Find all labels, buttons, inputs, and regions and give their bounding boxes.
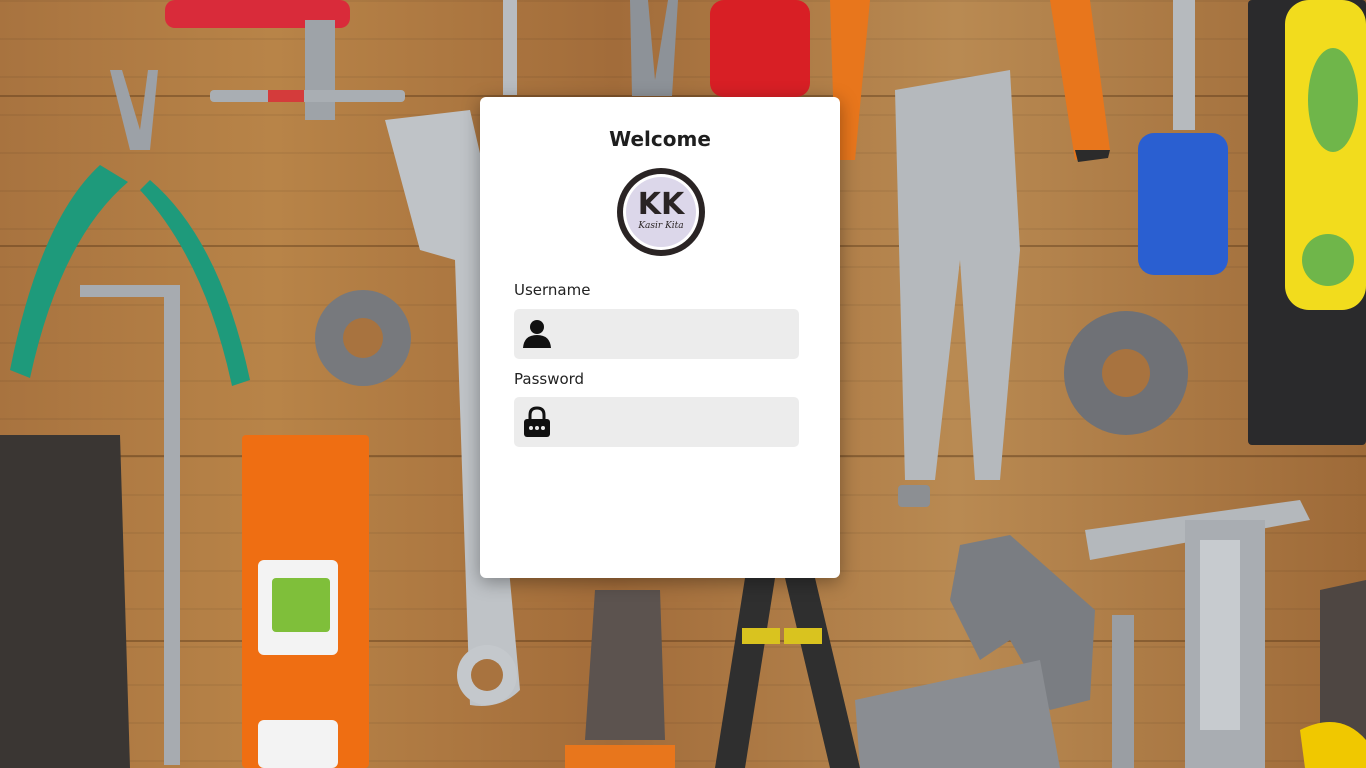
kasir-kita-logo: KK Kasir Kita	[617, 168, 705, 256]
welcome-title: Welcome	[609, 127, 711, 151]
login-card: Welcome KK Kasir Kita Username Password	[480, 97, 840, 578]
user-icon	[523, 320, 551, 348]
logo-text: KK	[638, 187, 686, 222]
username-label: Username	[514, 281, 591, 299]
password-input[interactable]	[560, 397, 790, 447]
username-input[interactable]	[560, 309, 790, 359]
username-field-wrapper[interactable]	[514, 309, 799, 359]
password-field-wrapper[interactable]	[514, 397, 799, 447]
password-label: Password	[514, 370, 585, 388]
logo-subtext: Kasir Kita	[637, 221, 683, 231]
lock-icon	[524, 406, 550, 437]
